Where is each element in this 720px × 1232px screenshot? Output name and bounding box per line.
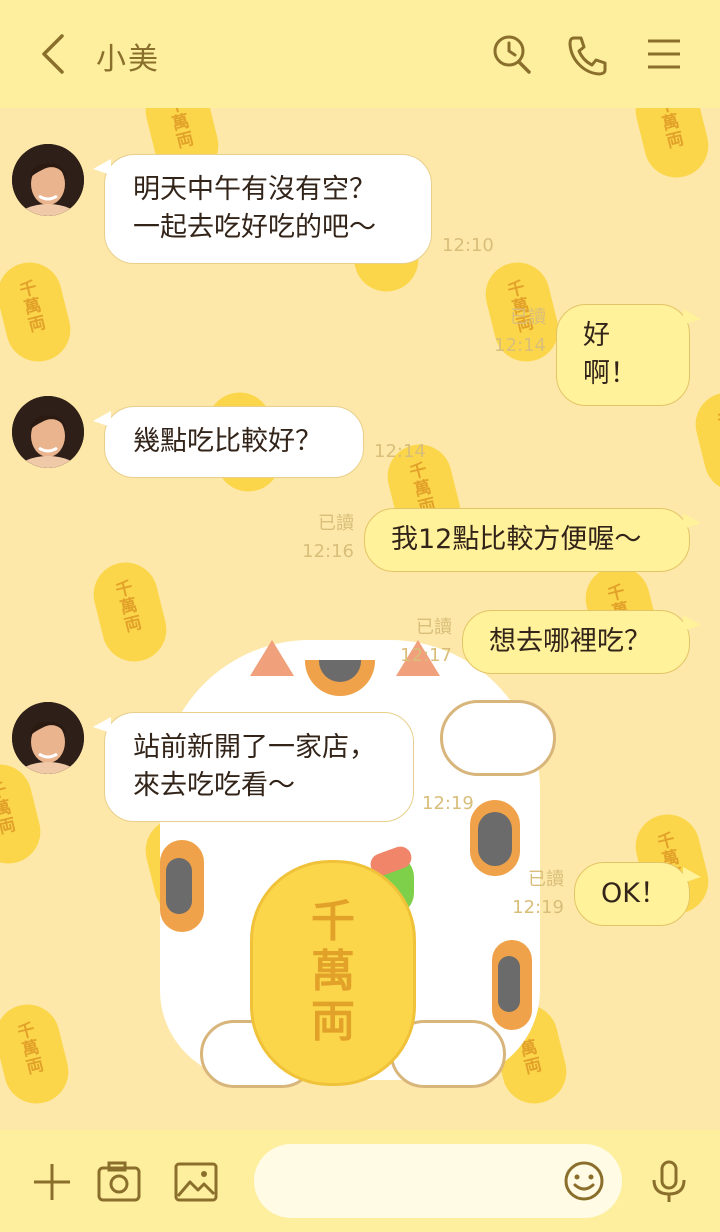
search-icon[interactable] xyxy=(490,30,534,78)
message-time: 12:19 xyxy=(422,793,474,814)
message-time: 12:19 xyxy=(512,897,564,918)
incoming-message-bubble[interactable]: 站前新開了一家店， 來去吃吃看～ xyxy=(93,712,414,822)
outgoing-message-bubble[interactable]: 想去哪裡吃？ xyxy=(462,610,701,674)
camera-icon[interactable] xyxy=(96,1160,144,1204)
microphone-icon[interactable] xyxy=(646,1160,694,1204)
message-time: 12:17 xyxy=(400,645,452,666)
incoming-message-bubble[interactable]: 幾點吃比較好？ xyxy=(93,406,364,478)
read-receipt: 已讀 xyxy=(416,617,452,638)
read-receipt: 已讀 xyxy=(510,307,546,328)
read-receipt: 已讀 xyxy=(528,869,564,890)
incoming-message-bubble[interactable]: 明天中午有沒有空？ 一起去吃好吃的吧～ xyxy=(93,154,432,264)
plus-icon[interactable] xyxy=(28,1160,76,1204)
chat-screen: 千 萬 両 千 萬 両 千 萬 両 千 萬 両 千 萬 両 千 萬 両 千 萬 … xyxy=(0,0,720,1232)
image-icon[interactable] xyxy=(172,1160,220,1204)
emoji-icon[interactable] xyxy=(562,1159,606,1203)
message-input[interactable] xyxy=(276,1160,560,1204)
contact-name: 小美 xyxy=(96,42,160,77)
outgoing-message-bubble[interactable]: 好啊！ xyxy=(556,304,701,406)
read-receipt: 已讀 xyxy=(318,513,354,534)
message-input-container xyxy=(254,1144,622,1218)
contact-avatar[interactable] xyxy=(12,702,84,774)
chat-header: 小美 xyxy=(0,0,720,108)
message-time: 12:14 xyxy=(494,335,546,356)
message-time: 12:16 xyxy=(302,541,354,562)
message-time: 12:14 xyxy=(374,441,426,462)
message-list[interactable]: 明天中午有沒有空？ 一起去吃好吃的吧～ 12:10 已讀 12:14 好啊！ 幾… xyxy=(0,108,720,1130)
outgoing-message-bubble[interactable]: 我12點比較方便喔～ xyxy=(364,508,701,572)
contact-avatar[interactable] xyxy=(12,144,84,216)
phone-icon[interactable] xyxy=(564,30,608,78)
message-time: 12:10 xyxy=(442,235,494,256)
menu-icon[interactable] xyxy=(642,30,686,78)
back-chevron-icon[interactable] xyxy=(34,32,74,76)
contact-avatar[interactable] xyxy=(12,396,84,468)
outgoing-message-bubble[interactable]: OK！ xyxy=(574,862,701,926)
